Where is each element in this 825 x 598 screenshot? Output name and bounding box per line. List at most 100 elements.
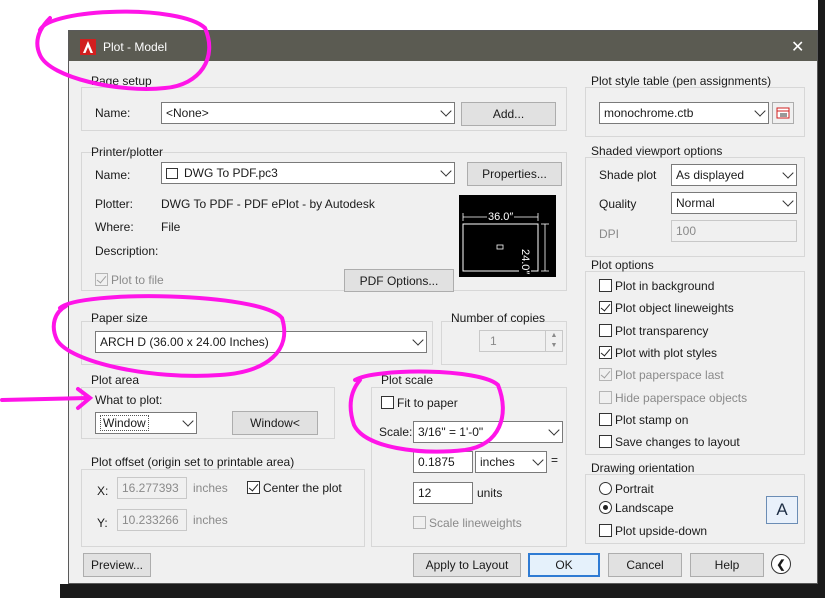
drawing-units-input[interactable]: 12 bbox=[413, 482, 473, 504]
scale-value: 3/16" = 1'-0" bbox=[418, 425, 484, 439]
apply-to-layout-button[interactable]: Apply to Layout bbox=[413, 553, 521, 577]
chevron-down-icon bbox=[532, 454, 544, 466]
plot-option-checkbox[interactable] bbox=[599, 390, 612, 404]
portrait-label: Portrait bbox=[615, 482, 654, 496]
plot-option-label: Plot stamp on bbox=[615, 412, 689, 427]
chevron-down-icon bbox=[182, 415, 194, 427]
printer-name-dropdown[interactable]: DWG To PDF.pc3 bbox=[161, 162, 455, 184]
plot-option-label: Hide paperspace objects bbox=[615, 390, 748, 405]
paper-size-dropdown[interactable]: ARCH D (36.00 x 24.00 Inches) bbox=[95, 331, 427, 353]
cancel-button[interactable]: Cancel bbox=[608, 553, 682, 577]
equals-sign: = bbox=[551, 453, 559, 467]
preview-width-label: 36.0″ bbox=[487, 211, 515, 223]
chevron-down-icon bbox=[754, 105, 766, 117]
plot-option-label: Plot with plot styles bbox=[615, 345, 718, 360]
chevron-down-icon bbox=[440, 165, 452, 177]
copies-input[interactable]: 1 ▲ ▼ bbox=[479, 330, 563, 352]
plot-style-value: monochrome.ctb bbox=[604, 106, 694, 120]
plot-option-checkbox[interactable] bbox=[599, 345, 612, 359]
plot-scale-title: Plot scale bbox=[381, 373, 434, 387]
plot-style-title: Plot style table (pen assignments) bbox=[591, 74, 772, 88]
shade-plot-label: Shade plot bbox=[599, 168, 657, 182]
plot-option-label: Plot in background bbox=[615, 279, 715, 293]
close-icon[interactable]: ✕ bbox=[791, 37, 804, 57]
plot-dialog: Plot - Model ✕ Page setup Name: <None> A… bbox=[68, 30, 818, 584]
title-bar[interactable]: Plot - Model ✕ bbox=[69, 31, 817, 61]
fit-to-paper-checkbox[interactable] bbox=[381, 396, 394, 409]
where-label: Where: bbox=[95, 220, 134, 234]
copies-spinner[interactable]: ▲ ▼ bbox=[545, 331, 562, 351]
what-to-plot-label: What to plot: bbox=[95, 393, 163, 407]
plot-options-group bbox=[585, 271, 805, 455]
offset-x-input[interactable]: 16.277393 bbox=[117, 477, 187, 499]
offset-y-input[interactable]: 10.233266 bbox=[117, 509, 187, 531]
upside-down-checkbox[interactable] bbox=[599, 524, 612, 537]
offset-x-value: 16.277393 bbox=[122, 481, 179, 495]
what-to-plot-value: Window bbox=[100, 415, 149, 431]
background-canvas-bottom bbox=[60, 584, 825, 598]
chevron-down-icon bbox=[548, 424, 560, 436]
preview-button[interactable]: Preview... bbox=[83, 553, 151, 577]
center-plot-label: Center the plot bbox=[263, 481, 342, 495]
what-to-plot-dropdown[interactable]: Window bbox=[95, 412, 197, 434]
printer-name-value: DWG To PDF.pc3 bbox=[184, 166, 278, 180]
portrait-radio[interactable] bbox=[599, 482, 612, 495]
window-select-button[interactable]: Window< bbox=[232, 411, 318, 435]
page-setup-name-dropdown[interactable]: <None> bbox=[161, 102, 455, 124]
pdf-options-button[interactable]: PDF Options... bbox=[344, 269, 454, 292]
plot-option-checkbox[interactable] bbox=[599, 412, 612, 426]
scale-label: Scale: bbox=[379, 425, 413, 439]
copies-title: Number of copies bbox=[451, 311, 546, 325]
add-button[interactable]: Add... bbox=[461, 102, 556, 126]
orientation-icon-letter: A bbox=[776, 500, 788, 519]
plot-option-checkbox[interactable] bbox=[599, 323, 612, 337]
paper-units-input[interactable]: 0.1875 bbox=[413, 451, 473, 473]
offset-y-label: Y: bbox=[97, 516, 108, 530]
edit-table-icon bbox=[776, 107, 790, 119]
offset-y-value: 10.233266 bbox=[122, 513, 179, 527]
scale-lineweights-checkbox[interactable] bbox=[413, 516, 426, 529]
plot-area-title: Plot area bbox=[91, 373, 140, 387]
plot-style-dropdown[interactable]: monochrome.ctb bbox=[599, 102, 769, 124]
plot-options-title: Plot options bbox=[591, 258, 654, 272]
plot-option-checkbox[interactable] bbox=[599, 279, 612, 292]
scale-lineweights-label: Scale lineweights bbox=[429, 516, 522, 530]
printer-plotter-title: Printer/plotter bbox=[91, 145, 164, 159]
plot-option-checkbox[interactable] bbox=[599, 435, 612, 449]
fit-to-paper-label: Fit to paper bbox=[397, 396, 458, 410]
edit-plot-style-button[interactable] bbox=[772, 102, 794, 124]
help-button[interactable]: Help bbox=[690, 553, 764, 577]
plot-option-checkbox[interactable] bbox=[599, 301, 612, 315]
paper-preview bbox=[459, 195, 556, 277]
shaded-viewport-title: Shaded viewport options bbox=[591, 144, 723, 158]
collapse-options-icon[interactable]: ❮ bbox=[771, 554, 791, 574]
plotter-value: DWG To PDF - PDF ePlot - by Autodesk bbox=[161, 197, 375, 211]
dpi-value: 100 bbox=[676, 224, 697, 238]
ok-button[interactable]: OK bbox=[528, 553, 600, 577]
quality-label: Quality bbox=[599, 197, 637, 211]
chevron-down-icon bbox=[412, 334, 424, 346]
landscape-radio[interactable] bbox=[599, 501, 612, 514]
autocad-logo-icon bbox=[80, 39, 96, 55]
plot-to-file-checkbox[interactable] bbox=[95, 273, 108, 286]
plot-option-label: Plot object lineweights bbox=[615, 301, 734, 316]
plot-option-label: Save changes to layout bbox=[615, 435, 740, 450]
chevron-down-icon bbox=[782, 195, 794, 207]
properties-button[interactable]: Properties... bbox=[467, 162, 562, 186]
center-plot-checkbox[interactable] bbox=[247, 481, 260, 494]
page-setup-title: Page setup bbox=[91, 74, 152, 88]
quality-value: Normal bbox=[676, 196, 715, 210]
plot-to-file-label: Plot to file bbox=[111, 273, 164, 287]
where-value: File bbox=[161, 220, 181, 234]
scale-dropdown[interactable]: 3/16" = 1'-0" bbox=[413, 421, 563, 443]
shade-plot-value: As displayed bbox=[676, 168, 745, 182]
window-title: Plot - Model bbox=[103, 40, 168, 54]
shade-plot-dropdown[interactable]: As displayed bbox=[671, 164, 797, 186]
quality-dropdown[interactable]: Normal bbox=[671, 192, 797, 214]
dpi-input[interactable]: 100 bbox=[671, 220, 797, 242]
drawing-units-value: 12 bbox=[418, 486, 432, 500]
upside-down-label: Plot upside-down bbox=[615, 524, 708, 538]
units-dropdown[interactable]: inches bbox=[475, 451, 547, 473]
drawing-units-label: units bbox=[477, 486, 503, 500]
plot-option-checkbox[interactable] bbox=[599, 368, 612, 382]
